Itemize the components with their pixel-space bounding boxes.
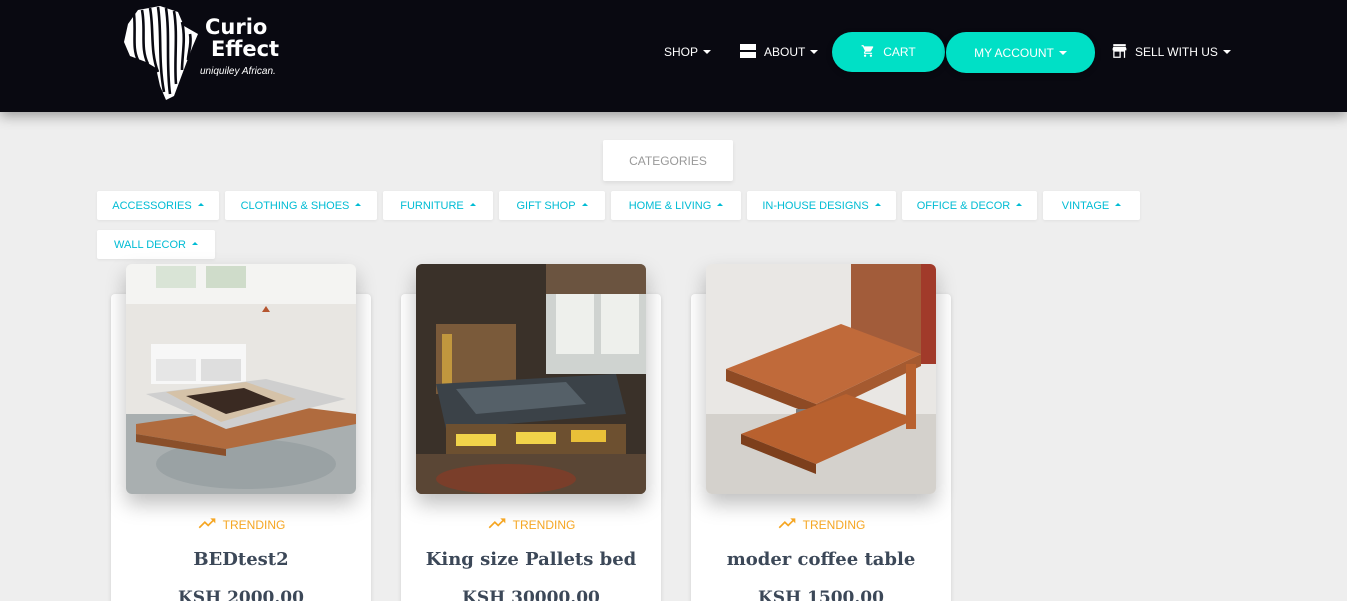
trending-label: TRENDING (512, 518, 576, 532)
nav-about-dropdown[interactable]: ABOUT (740, 32, 819, 72)
chevron-up-icon (191, 242, 198, 245)
category-chip-gift-shop[interactable]: GIFT SHOP (499, 191, 605, 220)
category-chip-wall-decor[interactable]: WALL DECOR (97, 230, 215, 259)
cart-button[interactable]: CART (832, 32, 945, 72)
chevron-down-icon (810, 50, 819, 54)
categories-button[interactable]: CATEGORIES (603, 140, 733, 181)
product-price: KSH 1500.00 (758, 588, 884, 601)
chevron-up-icon (197, 203, 204, 206)
cart-label: CART (883, 45, 916, 59)
trending-up-icon (198, 518, 215, 529)
nav-shop-dropdown[interactable]: SHOP (664, 32, 712, 72)
category-chip-in-house-designs[interactable]: IN-HOUSE DESIGNS (747, 191, 896, 220)
category-chip-accessories[interactable]: ACCESSORIES (97, 191, 219, 220)
trending-badge: TRENDING (401, 518, 661, 532)
product-title[interactable]: BEDtest2 (111, 549, 371, 570)
brand-name-line2: Effect (211, 37, 280, 61)
nav-shop-label: SHOP (664, 45, 699, 59)
category-chip-label: WALL DECOR (114, 238, 186, 251)
sell-with-us-label: SELL WITH US (1135, 45, 1218, 59)
store-icon (1112, 43, 1127, 61)
product-price: KSH 2000.00 (178, 588, 304, 601)
product-image[interactable] (126, 264, 356, 494)
chevron-down-icon (703, 50, 712, 54)
trending-label: TRENDING (222, 518, 286, 532)
product-price: KSH 30000.00 (462, 588, 600, 601)
category-chip-office-decor[interactable]: OFFICE & DECOR (902, 191, 1037, 220)
trending-badge: TRENDING (691, 518, 951, 532)
chevron-up-icon (1016, 203, 1023, 206)
sell-with-us-dropdown[interactable]: SELL WITH US (1112, 32, 1231, 72)
top-navbar: Curio Effect uniquiley African. SHOP ABO… (0, 0, 1347, 112)
category-chip-furniture[interactable]: FURNITURE (383, 191, 493, 220)
trending-badge: TRENDING (111, 518, 371, 532)
category-chip-label: ACCESSORIES (112, 199, 192, 212)
view-agenda-icon (740, 43, 756, 61)
category-chip-label: FURNITURE (400, 199, 464, 212)
chevron-up-icon (469, 203, 476, 206)
category-chip-label: CLOTHING & SHOES (240, 199, 350, 212)
category-chip-label: IN-HOUSE DESIGNS (762, 199, 869, 212)
nav-about-label: ABOUT (764, 45, 806, 59)
trending-up-icon (778, 518, 795, 529)
category-chip-vintage[interactable]: VINTAGE (1043, 191, 1140, 220)
africa-map-icon (124, 6, 198, 100)
chevron-up-icon (355, 203, 362, 206)
chevron-down-icon (1222, 50, 1231, 54)
product-title[interactable]: King size Pallets bed (401, 549, 661, 570)
my-account-dropdown[interactable]: MY ACCOUNT (946, 32, 1095, 73)
shopping-cart-icon (861, 44, 875, 61)
chevron-up-icon (581, 203, 588, 206)
category-chip-home-living[interactable]: HOME & LIVING (611, 191, 741, 220)
my-account-label: MY ACCOUNT (974, 45, 1054, 60)
category-chip-label: GIFT SHOP (516, 199, 576, 212)
category-chip-label: HOME & LIVING (628, 199, 712, 212)
chevron-up-icon (1115, 203, 1122, 206)
brand-name-line1: Curio (205, 15, 268, 39)
product-title[interactable]: moder coffee table (691, 549, 951, 570)
category-chip-clothing-shoes[interactable]: CLOTHING & SHOES (225, 191, 377, 220)
category-chip-label: OFFICE & DECOR (916, 199, 1011, 212)
product-image[interactable] (416, 264, 646, 494)
brand-tagline: uniquiley African. (200, 66, 276, 77)
brand-wordmark: Curio Effect (205, 16, 279, 60)
chevron-up-icon (717, 203, 724, 206)
chevron-up-icon (874, 203, 881, 206)
trending-label: TRENDING (802, 518, 866, 532)
trending-up-icon (488, 518, 505, 529)
category-chip-label: VINTAGE (1061, 199, 1110, 212)
chevron-down-icon (1058, 50, 1067, 55)
product-image[interactable] (706, 264, 936, 494)
